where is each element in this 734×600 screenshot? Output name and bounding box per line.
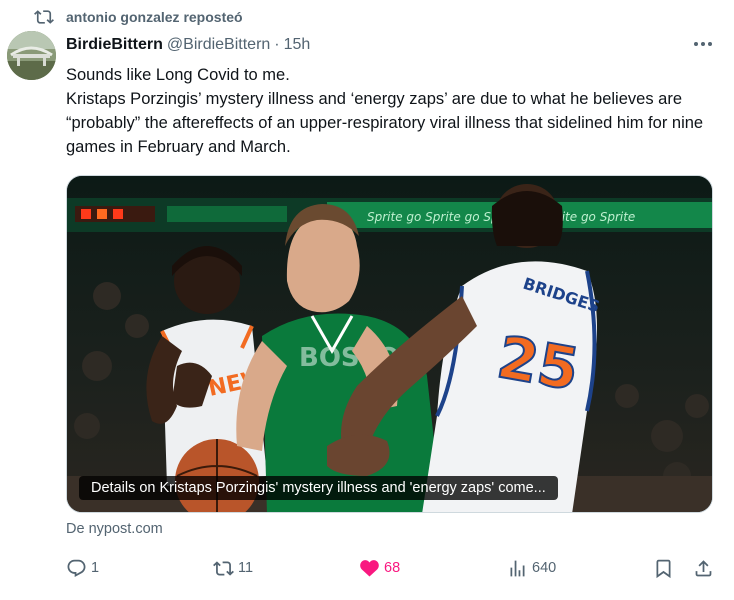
repost-indicator[interactable]: antonio gonzalez reposteó bbox=[34, 6, 243, 28]
post-text-line: Sounds like Long Covid to me. bbox=[66, 66, 290, 84]
share-icon bbox=[695, 559, 712, 576]
views-count: 640 bbox=[532, 560, 557, 576]
separator-dot: · bbox=[274, 36, 280, 53]
repost-icon bbox=[34, 10, 54, 24]
bookmark-icon bbox=[656, 559, 671, 578]
views-icon bbox=[510, 560, 525, 576]
more-options-button[interactable] bbox=[690, 34, 716, 54]
action-bar: 1 11 68 640 bbox=[66, 554, 716, 582]
author-handle[interactable]: @BirdieBittern bbox=[167, 36, 270, 54]
post-header: BirdieBittern @BirdieBittern · 15h bbox=[66, 34, 310, 56]
reply-count: 1 bbox=[91, 560, 100, 576]
like-count: 68 bbox=[384, 560, 401, 576]
repost-count: 11 bbox=[238, 560, 254, 576]
views-button[interactable]: 640 bbox=[507, 554, 556, 582]
basketball-photo: Sprite go Sprite go Sprite go Sprite go … bbox=[67, 176, 712, 512]
link-source[interactable]: De nypost.com bbox=[66, 521, 163, 537]
link-card-title[interactable]: Details on Kristaps Porzingis' mystery i… bbox=[79, 476, 558, 500]
author-name[interactable]: BirdieBittern bbox=[66, 36, 163, 54]
link-card-image[interactable]: Sprite go Sprite go Sprite go Sprite go … bbox=[66, 175, 713, 513]
repost-label: antonio gonzalez reposteó bbox=[66, 9, 243, 25]
post-text-line: Kristaps Porzingis’ mystery illness and … bbox=[66, 90, 704, 156]
repost-button[interactable]: 11 bbox=[213, 554, 253, 582]
share-button[interactable] bbox=[693, 554, 714, 582]
more-icon bbox=[694, 42, 712, 46]
post-text: Sounds like Long Covid to me. Kristaps P… bbox=[66, 63, 716, 159]
like-button[interactable]: 68 bbox=[359, 554, 400, 582]
reply-icon bbox=[67, 559, 86, 577]
bookmark-button[interactable] bbox=[653, 554, 674, 582]
heart-icon bbox=[360, 559, 379, 577]
repost-icon bbox=[213, 560, 234, 576]
post-time[interactable]: 15h bbox=[284, 36, 311, 54]
avatar[interactable] bbox=[7, 31, 56, 80]
jersey-number: 25 bbox=[493, 323, 584, 404]
reply-button[interactable]: 1 bbox=[66, 554, 99, 582]
